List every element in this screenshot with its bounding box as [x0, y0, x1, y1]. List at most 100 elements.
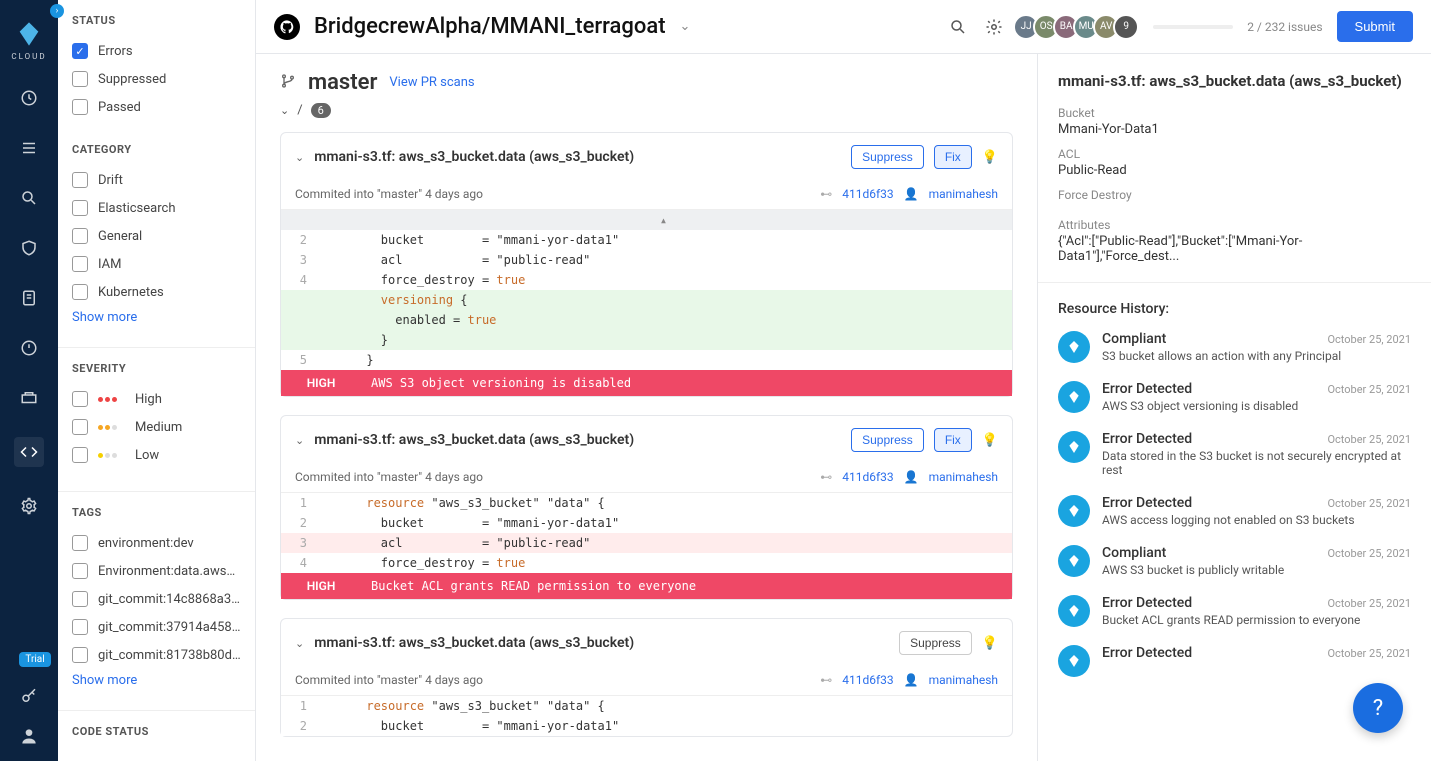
fix-button[interactable]: Fix [934, 428, 972, 452]
checkbox-icon[interactable] [72, 71, 88, 87]
issue-card: ⌄mmani-s3.tf: aws_s3_bucket.data (aws_s3… [280, 415, 1013, 600]
lightbulb-icon[interactable]: 💡 [982, 150, 998, 165]
history-item[interactable]: Error DetectedOctober 25, 2021 [1058, 645, 1411, 677]
status-filter-passed[interactable]: Passed [72, 93, 241, 121]
history-item[interactable]: Error DetectedOctober 25, 2021Data store… [1058, 431, 1411, 477]
checkbox-icon[interactable] [72, 99, 88, 115]
search-icon[interactable] [947, 16, 969, 38]
chevron-down-icon[interactable]: ⌄ [280, 104, 289, 117]
line-number: 1 [281, 696, 315, 716]
history-desc: S3 bucket allows an action with any Prin… [1102, 349, 1411, 363]
filter-label: environment:dev [98, 536, 194, 551]
settings-icon[interactable] [983, 16, 1005, 38]
nav-doc-icon[interactable] [18, 287, 40, 309]
category-filter[interactable]: Kubernetes [72, 278, 241, 306]
history-item[interactable]: CompliantOctober 25, 2021S3 bucket allow… [1058, 331, 1411, 363]
history-status: Error Detected [1102, 495, 1192, 511]
commit-author[interactable]: manimahesh [929, 470, 998, 484]
category-show-more[interactable]: Show more [72, 310, 241, 325]
checkbox-icon[interactable] [72, 535, 88, 551]
tags-show-more[interactable]: Show more [72, 673, 241, 688]
checkbox-icon[interactable] [72, 43, 88, 59]
nav-search-icon[interactable] [18, 187, 40, 209]
nav-settings-icon[interactable] [18, 495, 40, 517]
suppress-button[interactable]: Suppress [851, 145, 924, 169]
topbar: BridgecrewAlpha/MMANI_terragoat ⌄ JJOSBA… [256, 0, 1431, 54]
checkbox-icon[interactable] [72, 647, 88, 663]
chevron-down-icon[interactable]: ⌄ [295, 637, 304, 650]
commit-hash[interactable]: 411d6f33 [842, 470, 893, 484]
status-filter-suppressed[interactable]: Suppressed [72, 65, 241, 93]
lightbulb-icon[interactable]: 💡 [982, 636, 998, 651]
checkbox-icon[interactable] [72, 284, 88, 300]
checkbox-icon[interactable] [72, 228, 88, 244]
checkbox-icon[interactable] [72, 391, 88, 407]
severity-filter-low[interactable]: Low [72, 441, 241, 469]
avatar-more[interactable]: 9 [1113, 14, 1139, 40]
commit-hash[interactable]: 411d6f33 [842, 673, 893, 687]
nav-collapse-icon[interactable]: › [50, 4, 64, 18]
tag-filter[interactable]: git_commit:37914a458001... [72, 613, 241, 641]
line-number: 4 [281, 270, 315, 290]
category-filter[interactable]: IAM [72, 250, 241, 278]
commit-author[interactable]: manimahesh [929, 673, 998, 687]
nav-user-icon[interactable] [18, 725, 40, 747]
acl-label: ACL [1058, 147, 1411, 161]
checkbox-icon[interactable] [72, 619, 88, 635]
fix-button[interactable]: Fix [934, 145, 972, 169]
lightbulb-icon[interactable]: 💡 [982, 433, 998, 448]
checkbox-icon[interactable] [72, 172, 88, 188]
commit-hash[interactable]: 411d6f33 [842, 187, 893, 201]
suppress-button[interactable]: Suppress [899, 631, 972, 655]
category-filter[interactable]: Drift [72, 166, 241, 194]
code-line: force_destroy = true [315, 553, 1012, 573]
category-filter[interactable]: Elasticsearch [72, 194, 241, 222]
code-line: force_destroy = true [315, 270, 1012, 290]
breadcrumb[interactable]: ⌄ / 6 [280, 103, 1013, 118]
nav-shield-icon[interactable] [18, 237, 40, 259]
diff-block: 1 resource "aws_s3_bucket" "data" {2 buc… [281, 492, 1012, 573]
tag-filter[interactable]: git_commit:14c8868a3a13d... [72, 585, 241, 613]
avatar-stack[interactable]: JJOSBAMUAV9 [1019, 14, 1139, 40]
help-fab[interactable]: ? [1353, 683, 1403, 733]
nav-alert-icon[interactable] [18, 337, 40, 359]
checkbox-icon[interactable] [72, 200, 88, 216]
bucket-value: Mmani-Yor-Data1 [1058, 122, 1411, 137]
view-pr-link[interactable]: View PR scans [389, 75, 474, 90]
submit-button[interactable]: Submit [1337, 11, 1413, 42]
history-status: Compliant [1102, 331, 1166, 347]
checkbox-icon[interactable] [72, 563, 88, 579]
nav-code-icon[interactable] [14, 437, 44, 467]
nav-list-icon[interactable] [18, 137, 40, 159]
tag-filter[interactable]: Environment:data.aws_calle... [72, 557, 241, 585]
chevron-down-icon[interactable]: ⌄ [295, 434, 304, 447]
status-heading: STATUS [72, 14, 241, 27]
filter-label: Errors [98, 44, 133, 59]
line-number [281, 290, 315, 310]
checkbox-icon[interactable] [72, 447, 88, 463]
severity-filter-med[interactable]: Medium [72, 413, 241, 441]
chevron-down-icon[interactable]: ⌄ [295, 151, 304, 164]
issues-progress [1153, 25, 1233, 29]
repo-dropdown-icon[interactable]: ⌄ [680, 19, 691, 34]
repo-title[interactable]: BridgecrewAlpha/MMANI_terragoat [314, 14, 666, 39]
checkbox-icon[interactable] [72, 419, 88, 435]
history-item[interactable]: Error DetectedOctober 25, 2021Bucket ACL… [1058, 595, 1411, 627]
checkbox-icon[interactable] [72, 256, 88, 272]
history-item[interactable]: Error DetectedOctober 25, 2021AWS S3 obj… [1058, 381, 1411, 413]
nav-key-icon[interactable] [18, 685, 40, 707]
status-filter-errors[interactable]: Errors [72, 37, 241, 65]
tag-filter[interactable]: git_commit:81738b80d571f... [72, 641, 241, 669]
history-item[interactable]: CompliantOctober 25, 2021AWS S3 bucket i… [1058, 545, 1411, 577]
tag-filter[interactable]: environment:dev [72, 529, 241, 557]
history-heading: Resource History: [1058, 301, 1411, 317]
history-item[interactable]: Error DetectedOctober 25, 2021AWS access… [1058, 495, 1411, 527]
checkbox-icon[interactable] [72, 591, 88, 607]
category-filter[interactable]: General [72, 222, 241, 250]
commit-author[interactable]: manimahesh [929, 187, 998, 201]
suppress-button[interactable]: Suppress [851, 428, 924, 452]
line-number: 2 [281, 230, 315, 250]
severity-filter-high[interactable]: High [72, 385, 241, 413]
nav-dashboard-icon[interactable] [18, 87, 40, 109]
nav-resources-icon[interactable] [18, 387, 40, 409]
